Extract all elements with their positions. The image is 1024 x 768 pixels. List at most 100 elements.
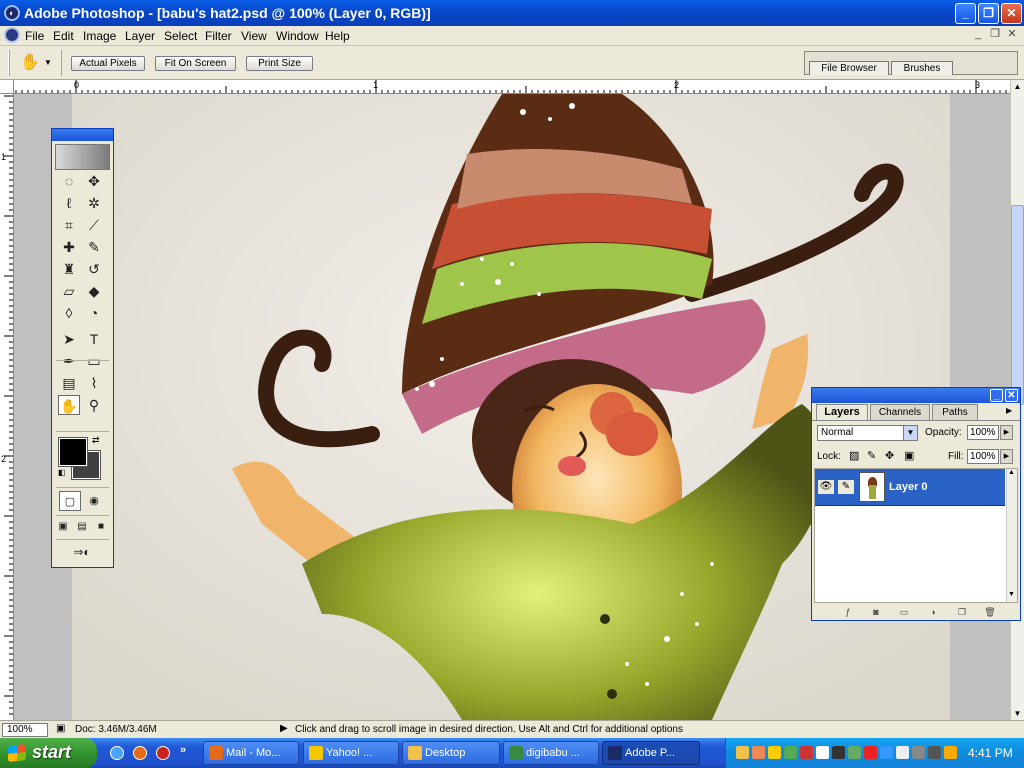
status-menu-arrow-icon[interactable]: ▶ [280, 723, 288, 734]
eraser-tool-icon[interactable]: ▱ [58, 281, 80, 301]
lock-image-icon[interactable]: ✎ [867, 449, 876, 462]
eyedropper-tool-icon[interactable]: ⌇ [83, 373, 105, 393]
tab-file-browser[interactable]: File Browser [809, 61, 889, 75]
scroll-thumb[interactable] [1011, 205, 1024, 405]
toolbox-titlebar[interactable] [52, 129, 113, 141]
history-brush-icon[interactable]: ↺ [83, 259, 105, 279]
eye-icon[interactable]: 👁 [818, 480, 834, 494]
standard-screen-icon[interactable]: ▣ [54, 517, 72, 537]
ie-quicklaunch-icon[interactable] [110, 746, 124, 760]
palette-menu-arrow-icon[interactable]: ▶ [1006, 406, 1012, 415]
dodge-tool-icon[interactable]: ◔ [83, 303, 105, 323]
foreground-color-swatch[interactable] [58, 437, 88, 467]
fill-field[interactable]: 100% [967, 449, 999, 464]
path-selection-icon[interactable]: ➤ [58, 329, 80, 349]
adobe-online-logo-icon[interactable] [55, 144, 110, 170]
slice-tool-icon[interactable]: ⟋ [83, 215, 105, 235]
opera-quicklaunch-icon[interactable] [156, 746, 170, 760]
taskbar-button[interactable]: Adobe P... [602, 741, 700, 765]
blend-mode-select[interactable]: Normal ▼ [817, 425, 918, 441]
lasso-tool-icon[interactable]: ℓ [58, 193, 80, 213]
document-control-icon[interactable] [4, 27, 20, 43]
alert-tray-icon[interactable] [944, 746, 957, 759]
healing-brush-icon[interactable]: ✚ [58, 237, 80, 257]
fullscreen-icon[interactable]: ■ [92, 517, 110, 537]
imageready-jump-icon[interactable]: ⇒◐ [59, 542, 105, 562]
vertical-ruler[interactable]: 1 2 [0, 94, 14, 720]
taskbar-button[interactable]: digibabu ... [503, 741, 599, 765]
zoom-tool-icon[interactable]: ⚲ [83, 395, 105, 415]
document-restore-button[interactable]: ❐ [987, 27, 1003, 43]
display-tray-icon[interactable] [832, 746, 845, 759]
document-close-button[interactable]: ✕ [1004, 27, 1020, 43]
lock-position-icon[interactable]: ✥ [885, 449, 894, 462]
toolbox-palette[interactable]: ◌ ✥ ℓ ✲ ⌗ ⟋ ✚ ✎ ♜ ↺ ▱ ◆ ◊ ◔ ➤ T ✒ ▭ ▤ ⌇ ✋ ⚲ ⇄ ◧ ▢ ◉ ▣ ▤ ■ ⇒◐ [51, 128, 114, 568]
marquee-tool-icon[interactable]: ◌ [58, 171, 80, 191]
menu-filter[interactable]: Filter [202, 28, 235, 44]
new-layer-icon[interactable]: ❐ [956, 606, 968, 618]
printer-tray-icon[interactable] [848, 746, 861, 759]
minimize-window-button[interactable]: _ [955, 3, 976, 24]
print-size-button[interactable]: Print Size [246, 56, 313, 71]
clock[interactable]: 4:41 PM [968, 746, 1013, 760]
scroll-up-arrow-icon[interactable]: ▲ [1008, 469, 1015, 476]
yahoo-tray-icon[interactable] [768, 746, 781, 759]
taskbar-button[interactable]: Desktop [402, 741, 500, 765]
menu-window[interactable]: Window [273, 28, 322, 44]
update-tray-icon[interactable] [816, 746, 829, 759]
antivirus-tray-icon[interactable] [800, 746, 813, 759]
crop-tool-icon[interactable]: ⌗ [58, 215, 80, 235]
layers-palette-titlebar[interactable] [812, 388, 1020, 403]
menu-file[interactable]: File [22, 28, 47, 44]
restore-window-button[interactable]: ❐ [978, 3, 999, 24]
tab-brushes[interactable]: Brushes [891, 61, 953, 75]
skype-tray-icon[interactable] [880, 746, 893, 759]
rectangle-tool-icon[interactable]: ▭ [83, 351, 105, 371]
tab-channels[interactable]: Channels [870, 404, 930, 420]
menu-layer[interactable]: Layer [122, 28, 158, 44]
brush-link-icon[interactable]: ✎ [838, 480, 854, 494]
layers-palette[interactable]: _ ✕ Layers Channels Paths ▶ Normal ▼ Opa… [811, 387, 1021, 621]
ruler-origin[interactable] [0, 80, 14, 94]
lock-all-icon[interactable]: ▣ [904, 449, 914, 462]
layer-row[interactable]: 👁 ✎ Layer 0 [815, 469, 1005, 506]
options-bar-grip[interactable] [8, 50, 10, 76]
fullscreen-menu-icon[interactable]: ▤ [73, 517, 91, 537]
palette-close-icon[interactable]: ✕ [1005, 389, 1018, 402]
horizontal-ruler[interactable]: 0 1 2 3 [14, 80, 1010, 94]
brush-tool-icon[interactable]: ✎ [83, 237, 105, 257]
battery-tray-icon[interactable] [912, 746, 925, 759]
palette-minimize-icon[interactable]: _ [990, 389, 1003, 402]
hand-tool-icon[interactable]: ✋ [58, 395, 80, 415]
opacity-field[interactable]: 100% [967, 425, 999, 440]
menu-view[interactable]: View [238, 28, 270, 44]
quicklaunch-more-icon[interactable]: » [180, 744, 186, 756]
actual-pixels-button[interactable]: Actual Pixels [71, 56, 145, 71]
taskbar-button[interactable]: Mail - Mo... [203, 741, 299, 765]
layer-style-icon[interactable]: ƒ [842, 606, 854, 618]
volume-tray-icon[interactable] [752, 746, 765, 759]
trash-icon[interactable]: 🗑 [984, 606, 996, 618]
scroll-up-arrow-icon[interactable]: ▲ [1011, 80, 1024, 93]
quickmask-mode-icon[interactable]: ◉ [83, 491, 105, 511]
usb-tray-icon[interactable] [896, 746, 909, 759]
tab-paths[interactable]: Paths [932, 404, 978, 420]
type-tool-icon[interactable]: T [83, 329, 105, 349]
fit-on-screen-button[interactable]: Fit On Screen [155, 56, 236, 71]
layer-thumbnail[interactable] [859, 472, 885, 502]
menu-image[interactable]: Image [80, 28, 119, 44]
layer-list-scrollbar[interactable]: ▲ ▼ [1006, 469, 1017, 602]
network-tray-icon[interactable] [784, 746, 797, 759]
chevron-down-icon[interactable]: ▼ [44, 58, 52, 67]
scroll-down-arrow-icon[interactable]: ▼ [1011, 707, 1024, 720]
pen-tool-icon[interactable]: ✒ [58, 351, 80, 371]
opacity-slider-arrow-icon[interactable]: ▶ [1000, 425, 1013, 440]
security-tray-icon[interactable] [864, 746, 877, 759]
document-info-icon[interactable]: ▣ [56, 723, 65, 734]
chevron-down-icon[interactable]: ▼ [903, 426, 917, 440]
new-set-icon[interactable]: ▭ [898, 606, 910, 618]
messenger-tray-icon[interactable] [736, 746, 749, 759]
zoom-level-field[interactable]: 100% [2, 723, 48, 737]
close-window-button[interactable]: ✕ [1001, 3, 1022, 24]
document-minimize-button[interactable]: _ [970, 27, 986, 43]
